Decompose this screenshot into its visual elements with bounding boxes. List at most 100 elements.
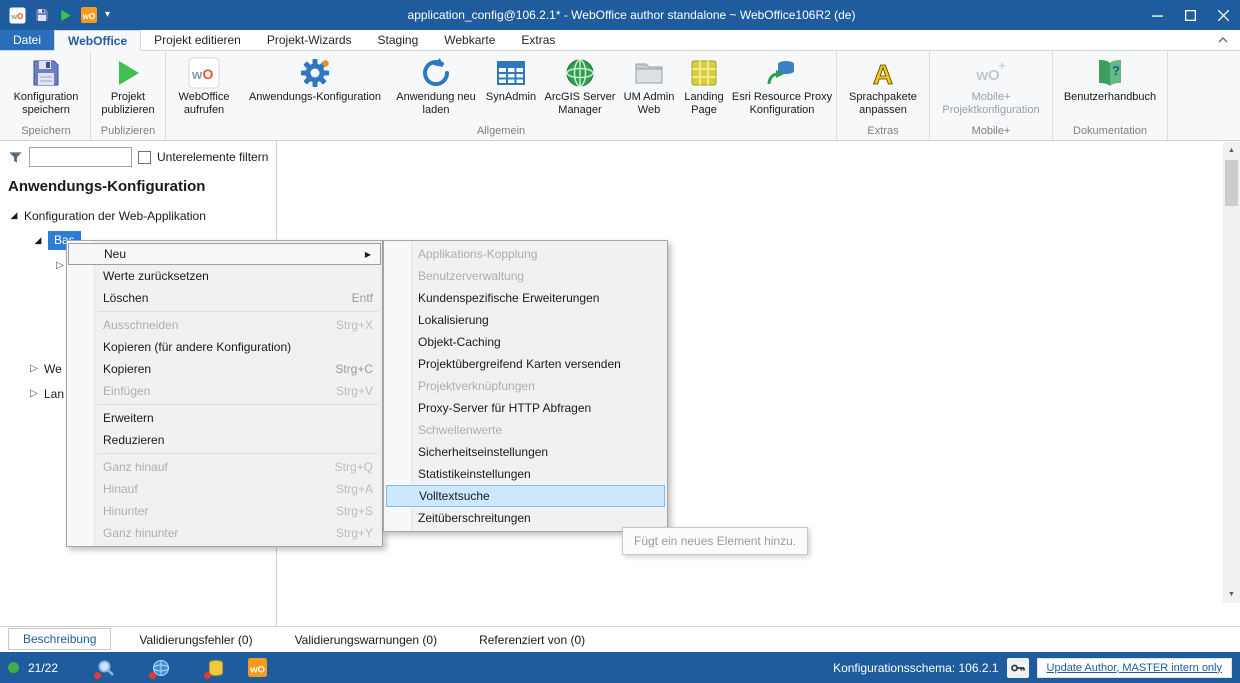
scrollbar-track[interactable] xyxy=(1223,206,1240,586)
tab-staging[interactable]: Staging xyxy=(365,30,432,50)
svg-text:w: w xyxy=(10,12,17,21)
menu-item-ausschneiden: Ausschneiden Strg+X xyxy=(67,314,382,336)
esri-resource-proxy-button[interactable]: Esri Resource Proxy Konfiguration xyxy=(730,53,834,117)
neu-submenu: Applikations-Kopplung Benutzerverwaltung… xyxy=(383,240,668,532)
tree-collapse-icon[interactable]: ▷ xyxy=(28,363,40,374)
key-icon[interactable] xyxy=(1007,658,1029,678)
sprachpakete-anpassen-button[interactable]: A Sprachpakete anpassen xyxy=(839,53,927,117)
update-link[interactable]: Update Author, MASTER intern only xyxy=(1037,658,1232,678)
svg-text:wO: wO xyxy=(975,67,1000,84)
um-admin-web-button[interactable]: UM Admin Web xyxy=(620,53,678,117)
tab-datei[interactable]: Datei xyxy=(0,30,54,50)
globe-status-icon[interactable] xyxy=(152,659,170,677)
tree-collapse-icon[interactable]: ▷ xyxy=(28,388,40,399)
menu-item-shortcut: Strg+C xyxy=(335,362,373,376)
weboffice-status-icon[interactable]: wO xyxy=(248,658,267,677)
tab-weboffice[interactable]: WebOffice xyxy=(54,30,141,51)
quick-access-toolbar: wO wO ▾ xyxy=(0,7,122,24)
ribbon-button-label: SynAdmin xyxy=(486,91,536,104)
vertical-scrollbar[interactable]: ▲ ▼ xyxy=(1223,142,1240,603)
menu-item-loeschen[interactable]: Löschen Entf xyxy=(67,287,382,309)
submenu-item-schwellenwerte: Schwellenwerte xyxy=(384,419,667,441)
ribbon-button-label: Sprachpakete anpassen xyxy=(839,91,927,117)
menu-item-hinunter: Hinunter Strg+S xyxy=(67,500,382,522)
status-icons xyxy=(97,659,225,677)
tree-expand-icon[interactable]: ◢ xyxy=(8,210,20,221)
tab-validierungsfehler[interactable]: Validierungsfehler (0) xyxy=(125,627,266,652)
tab-beschreibung[interactable]: Beschreibung xyxy=(8,628,111,650)
tree-expand-icon[interactable]: ◢ xyxy=(32,235,44,246)
filter-checkbox-label: Unterelemente filtern xyxy=(157,150,268,164)
tab-projekt-editieren[interactable]: Projekt editieren xyxy=(141,30,254,50)
projekt-publizieren-button[interactable]: Projekt publizieren xyxy=(93,53,163,117)
submenu-item-volltextsuche[interactable]: Volltextsuche xyxy=(386,485,665,507)
tree-item-label: Lan xyxy=(44,387,64,401)
publish-play-icon[interactable] xyxy=(58,8,73,23)
submenu-item-sicherheitseinstellungen[interactable]: Sicherheitseinstellungen xyxy=(384,441,667,463)
tab-projekt-wizards[interactable]: Projekt-Wizards xyxy=(254,30,365,50)
quick-access-dropdown-icon[interactable]: ▾ xyxy=(105,10,110,20)
menu-item-erweitern[interactable]: Erweitern xyxy=(67,407,382,429)
tab-extras[interactable]: Extras xyxy=(508,30,568,50)
landing-page-button[interactable]: Landing Page xyxy=(678,53,730,117)
menu-item-kopieren-andere-konfiguration[interactable]: Kopieren (für andere Konfiguration) xyxy=(67,336,382,358)
ribbon-button-label: Anwendungs-Konfiguration xyxy=(249,91,381,104)
ribbon-button-label: Mobile+ Projektkonfiguration xyxy=(932,91,1050,117)
ribbon-collapse-icon[interactable] xyxy=(1206,37,1240,43)
menu-item-ganz-hinauf: Ganz hinauf Strg+Q xyxy=(67,456,382,478)
database-status-icon[interactable] xyxy=(207,659,225,677)
menu-item-werte-zuruecksetzen[interactable]: Werte zurücksetzen xyxy=(67,265,382,287)
weboffice-logo-icon[interactable]: wO xyxy=(9,7,26,24)
menu-item-label: Ganz hinauf xyxy=(103,460,168,474)
scroll-down-icon[interactable]: ▼ xyxy=(1223,586,1240,603)
save-icon[interactable] xyxy=(34,7,50,23)
globe-icon xyxy=(564,57,596,91)
anwendungs-konfiguration-button[interactable]: Anwendungs-Konfiguration xyxy=(240,53,390,104)
submenu-item-projektuebergreifend-karten-versenden[interactable]: Projektübergreifend Karten versenden xyxy=(384,353,667,375)
alert-dot-icon xyxy=(149,672,156,679)
close-button[interactable] xyxy=(1207,0,1240,30)
schema-text: Konfigurationsschema: 106.2.1 xyxy=(833,661,998,675)
menu-item-shortcut: Entf xyxy=(352,291,373,305)
tab-webkarte[interactable]: Webkarte xyxy=(431,30,508,50)
submenu-item-zeitueberschreitungen[interactable]: Zeitüberschreitungen xyxy=(384,507,667,529)
konfiguration-speichern-button[interactable]: Konfiguration speichern xyxy=(4,53,88,117)
submenu-item-statistikeinstellungen[interactable]: Statistikeinstellungen xyxy=(384,463,667,485)
submenu-item-proxy-server-http[interactable]: Proxy-Server für HTTP Abfragen xyxy=(384,397,667,419)
submenu-item-lokalisierung[interactable]: Lokalisierung xyxy=(384,309,667,331)
filter-checkbox[interactable] xyxy=(138,151,151,164)
menu-item-reduzieren[interactable]: Reduzieren xyxy=(67,429,382,451)
menu-item-label: Schwellenwerte xyxy=(418,423,502,437)
maximize-button[interactable] xyxy=(1174,0,1207,30)
search-status-icon[interactable] xyxy=(97,659,115,677)
benutzerhandbuch-button[interactable]: ? Benutzerhandbuch xyxy=(1055,53,1165,104)
ribbon-group-label: Allgemein xyxy=(166,123,836,140)
synadmin-button[interactable]: SynAdmin xyxy=(482,53,540,104)
menu-item-label: Einfügen xyxy=(103,384,150,398)
tree-collapse-icon[interactable]: ▷ xyxy=(54,260,66,271)
menu-item-label: Erweitern xyxy=(103,411,154,425)
menu-item-label: Zeitüberschreitungen xyxy=(418,511,531,525)
menu-separator xyxy=(98,453,379,454)
menu-item-neu[interactable]: Neu ▶ xyxy=(68,243,381,265)
tree-item-web-applikation[interactable]: ◢ Konfiguration der Web-Applikation xyxy=(0,203,276,228)
tab-referenziert-von[interactable]: Referenziert von (0) xyxy=(465,627,599,652)
filter-input[interactable] xyxy=(29,147,132,167)
scroll-up-icon[interactable]: ▲ xyxy=(1223,142,1240,159)
submenu-item-benutzerverwaltung: Benutzerverwaltung xyxy=(384,265,667,287)
ribbon-group-mobile: wO+ Mobile+ Projektkonfiguration Mobile+ xyxy=(930,51,1053,140)
submenu-item-kundenspezifische-erweiterungen[interactable]: Kundenspezifische Erweiterungen xyxy=(384,287,667,309)
weboffice-orange-icon[interactable]: wO xyxy=(81,7,97,23)
minimize-button[interactable] xyxy=(1141,0,1174,30)
menu-item-shortcut: Strg+Y xyxy=(336,526,373,540)
arcgis-server-manager-button[interactable]: ArcGIS Server Manager xyxy=(540,53,620,117)
submenu-item-objekt-caching[interactable]: Objekt-Caching xyxy=(384,331,667,353)
proxy-icon xyxy=(766,57,798,91)
menu-item-hinauf: Hinauf Strg+A xyxy=(67,478,382,500)
tab-validierungswarnungen[interactable]: Validierungswarnungen (0) xyxy=(281,627,452,652)
anwendung-neu-laden-button[interactable]: Anwendung neu laden xyxy=(390,53,482,117)
ribbon-group-extras: A Sprachpakete anpassen Extras xyxy=(837,51,930,140)
scrollbar-thumb[interactable] xyxy=(1225,160,1238,206)
weboffice-aufrufen-button[interactable]: wO WebOffice aufrufen xyxy=(168,53,240,117)
menu-item-kopieren[interactable]: Kopieren Strg+C xyxy=(67,358,382,380)
